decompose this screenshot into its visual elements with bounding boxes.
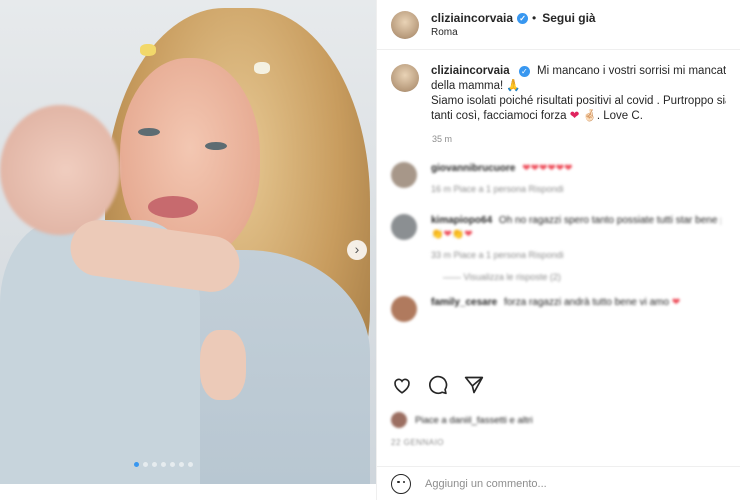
comment-list: giovannibrucuore ❤❤❤❤❤❤ 16 m Piace a 1 p… — [377, 162, 740, 262]
follow-button[interactable]: Segui già — [542, 11, 595, 25]
likes-text: Piace a daniil_fassetti e altri — [415, 414, 533, 426]
caption-line-3: Siamo isolati poiché risultati positivi … — [431, 95, 726, 107]
comment-item: giovannibrucuore ❤❤❤❤❤❤ 16 m Piace a 1 p… — [391, 162, 726, 196]
carousel-dots — [134, 462, 193, 467]
emoji-icon[interactable] — [391, 473, 411, 494]
verified-badge-icon: ✓ — [517, 12, 529, 24]
caption-line: cliziaincorvaia ✓ Mi mancano i vostri so… — [431, 64, 726, 79]
comment-body: kimapiopo64 Oh no ragazzi spero tanto po… — [431, 214, 721, 262]
header-meta: cliziaincorvaia ✓ • Segui già Roma — [431, 11, 596, 38]
liker-avatar — [391, 412, 407, 428]
verified-badge-icon: ✓ — [518, 66, 530, 77]
comment-body: giovannibrucuore ❤❤❤❤❤❤ 16 m Piace a 1 p… — [431, 162, 721, 196]
heart-emoji: ❤ — [569, 110, 580, 122]
comment-username[interactable]: giovannibrucuore — [431, 163, 515, 174]
caption-line-2: della mamma! 🙏 — [431, 80, 521, 92]
carousel-dot — [179, 462, 184, 467]
caption-line-4: tanti così, facciamoci forza — [431, 110, 567, 122]
separator: • — [532, 11, 537, 25]
post-photo[interactable]: › — [0, 0, 376, 484]
caption-timestamp: 35 m — [432, 134, 453, 144]
post-date: 22 GENNAIO — [391, 438, 445, 447]
comment-body: family_cesare forza ragazzi andrà tutto … — [431, 296, 721, 322]
comment-avatar[interactable] — [391, 162, 417, 188]
header-row: cliziaincorvaia ✓ • Segui già — [431, 11, 596, 25]
likes-summary[interactable]: Piace a daniil_fassetti e altri — [391, 412, 533, 428]
caption-line: tanti così, facciamoci forza ❤ 🤞🏻. Love … — [431, 109, 726, 124]
caption-text: cliziaincorvaia ✓ Mi mancano i vostri so… — [431, 64, 726, 124]
carousel-dot — [143, 462, 148, 467]
post-header: cliziaincorvaia ✓ • Segui già Roma — [377, 0, 740, 50]
caption-line-4-end: 🤞🏻. Love C. — [582, 110, 643, 122]
comment-avatar[interactable] — [391, 214, 417, 240]
comment-emojis: ❤❤❤❤❤❤ — [522, 163, 573, 174]
photo-baby-hand — [200, 330, 246, 400]
comment-meta[interactable]: 16 m Piace a 1 persona Rispondi — [431, 182, 721, 196]
comment-text: Oh no ragazzi spero tanto possiate tutti… — [498, 215, 721, 226]
comment-item: kimapiopo64 Oh no ragazzi spero tanto po… — [391, 214, 726, 262]
add-comment-bar — [377, 466, 740, 500]
comment-avatar[interactable] — [391, 296, 417, 322]
carousel-next-button[interactable]: › — [347, 240, 367, 260]
share-icon[interactable] — [463, 374, 485, 396]
caption-line-1: Mi mancano i vostri sorrisi mi mancate a… — [537, 65, 726, 77]
comment-meta[interactable]: 33 m Piace a 1 persona Rispondi — [431, 248, 721, 262]
photo-lips — [148, 196, 198, 218]
comment-text: forza ragazzi andrà tutto bene vi amo — [503, 297, 670, 308]
carousel-dot — [170, 462, 175, 467]
photo-hair-clip — [140, 44, 156, 56]
caption-avatar[interactable] — [391, 64, 419, 92]
photo-hair-clip — [254, 62, 270, 74]
carousel-dot — [134, 462, 139, 467]
photo-baby-face-blurred — [0, 105, 120, 235]
post-info-panel: cliziaincorvaia ✓ • Segui già Roma clizi… — [376, 0, 740, 500]
post-actions — [391, 374, 485, 396]
location-link[interactable]: Roma — [431, 27, 596, 38]
carousel-dot — [188, 462, 193, 467]
comment-item: family_cesare forza ragazzi andrà tutto … — [391, 296, 726, 322]
comment-icon[interactable] — [427, 374, 449, 396]
caption-username[interactable]: cliziaincorvaia — [431, 65, 510, 77]
carousel-dot — [152, 462, 157, 467]
comment-username[interactable]: kimapiopo64 — [431, 215, 492, 226]
comment-emojis: ❤ — [671, 297, 681, 308]
view-replies-link[interactable]: —— Visualizza le risposte (2) — [443, 272, 740, 282]
comment-emojis: 👏❤👏❤ — [431, 229, 473, 240]
carousel-dot — [161, 462, 166, 467]
comment-input[interactable] — [425, 477, 685, 490]
avatar[interactable] — [391, 10, 419, 39]
comment-list-continued: family_cesare forza ragazzi andrà tutto … — [377, 296, 740, 322]
photo-eye-left — [138, 128, 160, 136]
heart-icon[interactable] — [391, 374, 413, 396]
photo-eye-right — [205, 142, 227, 150]
username[interactable]: cliziaincorvaia — [431, 11, 513, 25]
caption: cliziaincorvaia ✓ Mi mancano i vostri so… — [377, 50, 740, 124]
comment-username[interactable]: family_cesare — [431, 297, 497, 308]
